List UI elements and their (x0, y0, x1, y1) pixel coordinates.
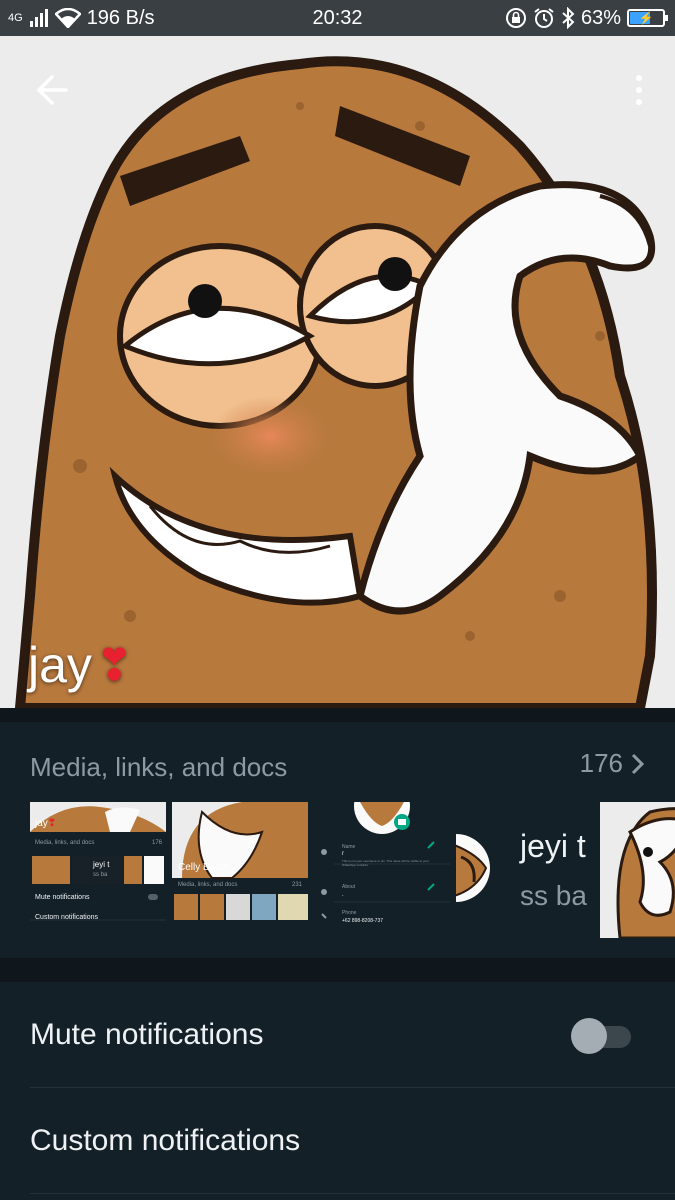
mute-notifications-toggle[interactable] (571, 1018, 631, 1054)
thumb-field-phone-value: +62 898-8208-737 (342, 918, 384, 924)
heart-emoji: ❣ (95, 640, 133, 690)
media-thumbnails: jay❣ Media, links, and docs 176 jeyi t s… (30, 802, 675, 938)
thumb-preview-name: jeyi t (93, 860, 110, 869)
notification-settings: Mute notifications Custom notifications (0, 982, 675, 1200)
thumb-media-label: Media, links, and docs (35, 840, 95, 846)
potato-avatar-image (0, 36, 675, 708)
thumb-field-phone-label: Phone (342, 910, 357, 916)
rotation-lock-icon (505, 8, 526, 28)
arrow-left-icon (36, 75, 68, 105)
thumb-field-name-hint: This is not your username or pin. This n… (342, 859, 429, 867)
more-options-button[interactable] (627, 66, 651, 114)
thumb-celly-name: Celly Bacot (178, 862, 229, 873)
thumb-field-about-value: . (342, 892, 344, 898)
thumb-custom: Custom notifications (35, 914, 99, 921)
thumb-field-name-value: r (342, 851, 344, 857)
media-count: 176 (579, 748, 623, 778)
thumb-mute: Mute notifications (35, 894, 90, 901)
thumb-field-about-label: About (342, 884, 356, 890)
mute-notifications-label: Mute notifications (30, 1017, 264, 1051)
bluetooth-icon (562, 7, 575, 29)
thumb-chat-title: jeyi t (520, 828, 586, 864)
media-thumb-3[interactable]: Name r This is not your username or pin.… (314, 802, 450, 938)
media-thumb-2[interactable]: Celly Bacot Media, links, and docs 231 (172, 802, 308, 938)
thumb-chat-subtitle: ss ba (520, 880, 587, 911)
back-button[interactable] (28, 66, 76, 114)
thumb-preview-sub: ss ba (93, 872, 108, 878)
status-bar: 4G 196 B/s 20:32 63% ⚡ (0, 0, 675, 36)
media-section: Media, links, and docs 176 jay❣ Media, l… (0, 722, 675, 958)
thumb-field-name-label: Name (342, 844, 356, 850)
thumb-celly-media-label: Media, links, and docs (178, 882, 238, 888)
thumb-name: jay (35, 818, 48, 829)
profile-name: jay ❣ (28, 636, 133, 694)
mute-notifications-row[interactable]: Mute notifications (30, 982, 675, 1088)
media-thumb-4[interactable]: jeyi t ss ba (456, 802, 592, 938)
profile-name-text: jay (28, 637, 92, 693)
custom-notifications-label: Custom notifications (30, 1123, 301, 1157)
more-vertical-icon (636, 75, 642, 81)
thumb-count: 176 (151, 840, 162, 846)
media-thumb-5[interactable] (600, 802, 675, 938)
thumb-celly-count: 231 (291, 882, 302, 888)
media-thumb-1[interactable]: jay❣ Media, links, and docs 176 jeyi t s… (30, 802, 166, 938)
thumb-heart: ❣ (47, 818, 57, 829)
custom-notifications-row[interactable]: Custom notifications (30, 1088, 675, 1194)
media-section-title: Media, links, and docs (30, 752, 288, 782)
battery-percent: 63% (580, 6, 621, 29)
media-count-button[interactable]: 176 (580, 748, 645, 779)
battery-icon: ⚡ (627, 9, 668, 27)
toggle-knob (571, 1018, 607, 1054)
profile-photo: jay ❣ (0, 36, 675, 708)
alarm-icon (534, 8, 554, 28)
chevron-right-icon (631, 753, 645, 774)
